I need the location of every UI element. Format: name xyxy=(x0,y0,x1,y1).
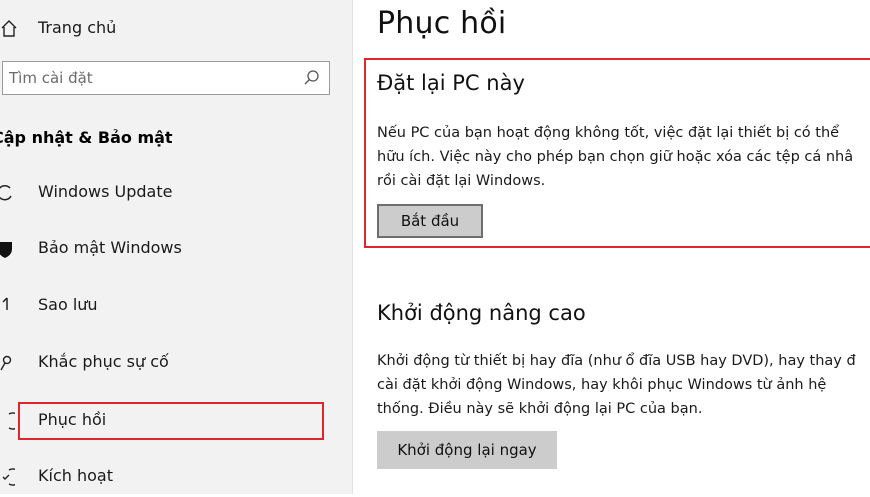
recovery-icon xyxy=(8,412,15,430)
advanced-startup-heading: Khởi động nâng cao xyxy=(377,301,586,325)
selected-item-highlight xyxy=(18,402,324,440)
backup-arrow-icon xyxy=(2,297,8,310)
wrench-icon xyxy=(0,355,12,371)
advanced-description-line: Khởi động từ thiết bị hay đĩa (như ổ đĩa… xyxy=(377,353,856,369)
reset-description-line: Nếu PC của bạn hoạt động không tốt, việc… xyxy=(377,125,840,141)
sidebar-item-windows-update[interactable]: Windows Update xyxy=(0,173,340,213)
section-title: Cập nhật & Bảo mật xyxy=(0,128,173,147)
sidebar-item-label: Sao lưu xyxy=(38,295,98,314)
refresh-icon xyxy=(0,184,12,201)
reset-description-line: hữu ích. Việc này cho phép bạn chọn giữ … xyxy=(377,149,854,165)
home-icon xyxy=(1,20,17,37)
sidebar-item-backup[interactable]: Sao lưu xyxy=(0,286,340,326)
search-icon xyxy=(304,70,319,85)
advanced-description-line: cài đặt khởi động Windows, hay khôi phục… xyxy=(377,377,827,393)
restart-now-button[interactable]: Khởi động lại ngay xyxy=(377,431,557,469)
reset-heading: Đặt lại PC này xyxy=(377,71,525,95)
page-title: Phục hồi xyxy=(377,6,507,41)
sidebar-home-label: Trang chủ xyxy=(38,18,117,37)
search-input[interactable]: Tìm cài đặt xyxy=(2,61,330,95)
sidebar-item-troubleshoot[interactable]: Khắc phục sự cố xyxy=(0,343,340,383)
get-started-button[interactable]: Bắt đầu xyxy=(377,204,483,238)
sidebar-home[interactable]: Trang chủ xyxy=(0,12,340,44)
reset-description-line: rồi cài đặt lại Windows. xyxy=(377,173,546,189)
settings-sidebar: Trang chủ Tìm cài đặt Cập nhật & Bảo mật… xyxy=(0,0,353,494)
sidebar-item-windows-security[interactable]: Bảo mật Windows xyxy=(0,229,340,269)
sidebar-item-label: Kích hoạt xyxy=(38,466,113,485)
shield-icon xyxy=(0,242,12,258)
main-content: Phục hồi Đặt lại PC này Nếu PC của bạn h… xyxy=(353,0,870,494)
sidebar-item-activation[interactable]: Kích hoạt xyxy=(0,457,340,497)
advanced-description-line: thống. Điều này sẽ khởi động lại PC của … xyxy=(377,401,703,417)
sidebar-item-label: Bảo mật Windows xyxy=(38,238,182,257)
search-placeholder: Tìm cài đặt xyxy=(9,69,93,87)
sidebar-item-label: Khắc phục sự cố xyxy=(38,352,169,371)
sidebar-item-label: Windows Update xyxy=(38,182,173,201)
check-circle-icon xyxy=(2,468,15,486)
